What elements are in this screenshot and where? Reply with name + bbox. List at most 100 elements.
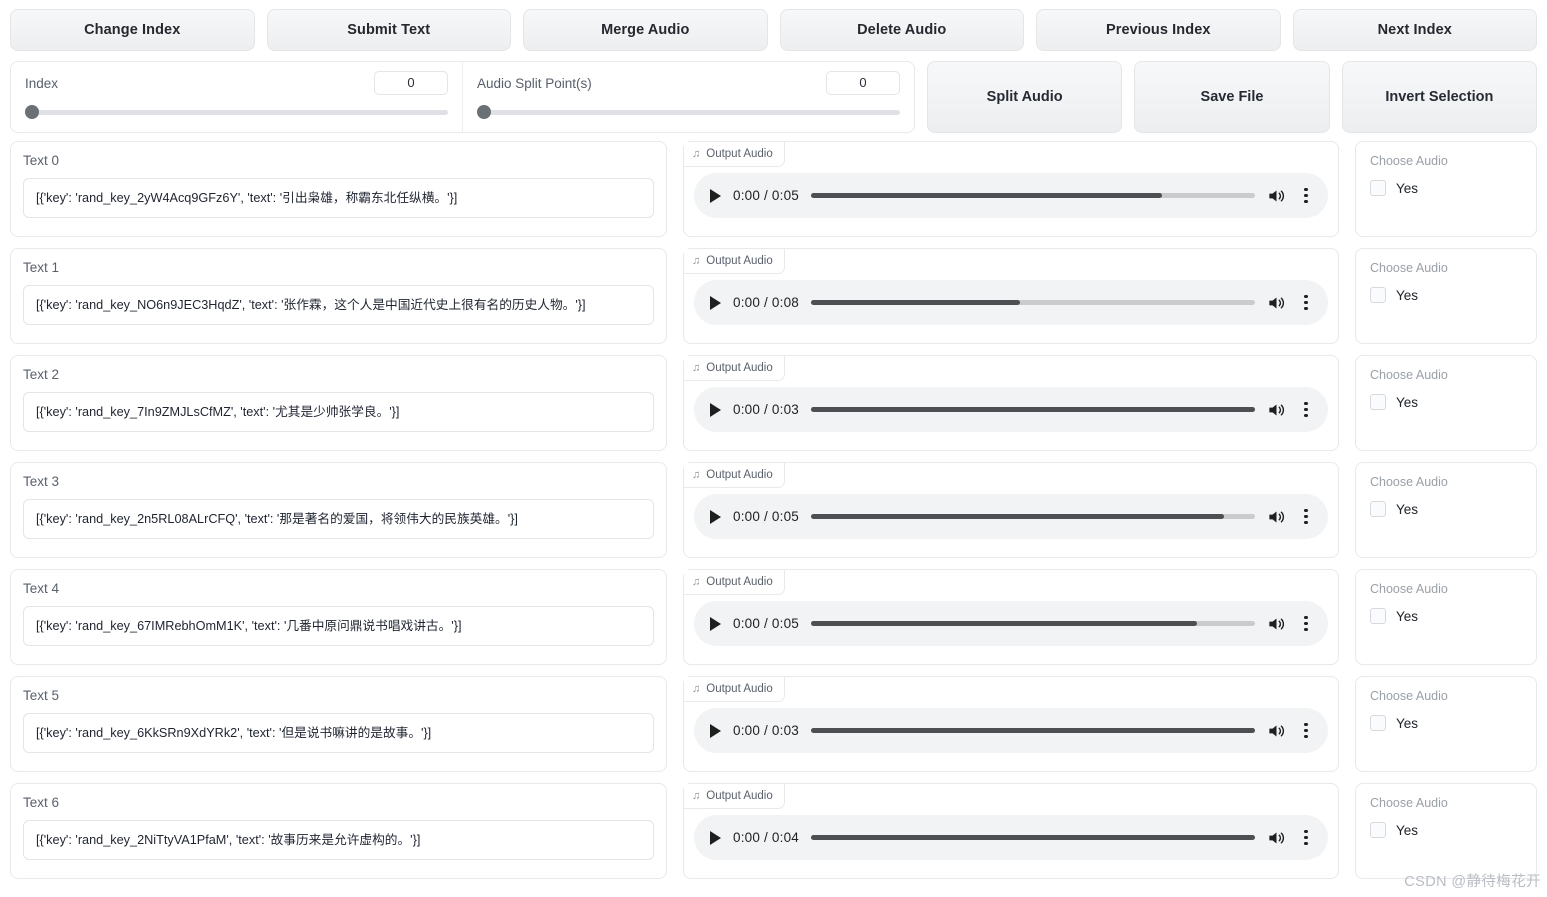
text-field-input[interactable]: [{'key': 'rand_key_2n5RL08ALrCFQ', 'text… [23,499,654,539]
choose-audio-label: Choose Audio [1370,154,1448,168]
audio-panel-2: ♫ Output Audio 0:00 / 0:03 [683,355,1339,451]
audio-progress-fill [811,407,1255,412]
audio-progress-bar[interactable] [811,621,1255,626]
more-options-icon[interactable] [1298,829,1314,846]
audio-time-display: 0:00 / 0:08 [733,295,800,310]
music-note-icon: ♫ [692,682,701,695]
play-icon[interactable] [710,188,721,203]
slider-value-input[interactable]: 0 [826,71,900,95]
choose-audio-panel-3: Choose Audio Yes [1355,462,1537,558]
text-field-input[interactable]: [{'key': 'rand_key_NO6n9JEC3HqdZ', 'text… [23,285,654,325]
text-field-input[interactable]: [{'key': 'rand_key_7In9ZMJLsCfMZ', 'text… [23,392,654,432]
invert-selection-button[interactable]: Invert Selection [1341,61,1537,133]
text-field-input[interactable]: [{'key': 'rand_key_2NiTtyVA1PfaM', 'text… [23,820,654,860]
volume-icon[interactable] [1267,723,1286,739]
music-note-icon: ♫ [692,575,701,588]
slider-track-area[interactable] [477,105,900,119]
more-options-icon[interactable] [1298,401,1314,418]
audio-progress-bar[interactable] [811,835,1255,840]
text-field-label: Text 6 [23,795,60,810]
delete-audio-button[interactable]: Delete Audio [779,9,1024,51]
checkbox-icon[interactable] [1370,180,1386,196]
previous-index-button[interactable]: Previous Index [1036,9,1281,51]
audio-progress-bar[interactable] [811,728,1255,733]
play-icon[interactable] [710,509,721,524]
choose-audio-checkbox-row[interactable]: Yes [1370,501,1522,517]
choose-audio-panel-1: Choose Audio Yes [1355,248,1537,344]
checkbox-icon[interactable] [1370,822,1386,838]
audio-player: 0:00 / 0:03 [694,708,1328,753]
choose-audio-checkbox-row[interactable]: Yes [1370,608,1522,624]
audio-progress-bar[interactable] [811,193,1255,198]
text-field-input[interactable]: [{'key': 'rand_key_67IMRebhOmM1K', 'text… [23,606,654,646]
more-options-icon[interactable] [1298,615,1314,632]
text-panel-2: Text 2 [{'key': 'rand_key_7In9ZMJLsCfMZ',… [10,355,667,451]
audio-panel-1: ♫ Output Audio 0:00 / 0:08 [683,248,1339,344]
checkbox-icon[interactable] [1370,608,1386,624]
slider-header: Audio Split Point(s) 0 [477,70,900,96]
submit-text-button[interactable]: Submit Text [266,9,511,51]
choose-audio-checkbox-row[interactable]: Yes [1370,822,1522,838]
merge-audio-button[interactable]: Merge Audio [523,9,768,51]
output-audio-label: Output Audio [706,148,773,160]
slider-knob[interactable] [25,105,39,119]
choose-audio-checkbox-row[interactable]: Yes [1370,287,1522,303]
play-icon[interactable] [710,830,721,845]
more-options-icon[interactable] [1298,294,1314,311]
volume-icon[interactable] [1267,295,1286,311]
volume-icon-svg [1269,510,1285,523]
volume-icon[interactable] [1267,188,1286,204]
checkbox-label: Yes [1396,394,1419,410]
slider-knob[interactable] [477,105,491,119]
checkbox-icon[interactable] [1370,287,1386,303]
more-options-icon[interactable] [1298,187,1314,204]
slider-track[interactable] [477,110,900,115]
play-icon[interactable] [710,616,721,631]
checkbox-icon[interactable] [1370,394,1386,410]
slider-track-area[interactable] [25,105,448,119]
audio-progress-bar[interactable] [811,407,1255,412]
choose-audio-checkbox-row[interactable]: Yes [1370,715,1522,731]
music-note-icon: ♫ [692,254,701,267]
split-audio-button[interactable]: Split Audio [927,61,1123,133]
music-note-icon: ♫ [692,147,701,160]
text-panel-1: Text 1 [{'key': 'rand_key_NO6n9JEC3HqdZ',… [10,248,667,344]
choose-audio-checkbox-row[interactable]: Yes [1370,394,1522,410]
audio-time-display: 0:00 / 0:05 [733,509,800,524]
change-index-button[interactable]: Change Index [10,9,255,51]
volume-icon-svg [1269,296,1285,309]
volume-icon-svg [1269,189,1285,202]
audio-time-display: 0:00 / 0:03 [733,402,800,417]
audio-player: 0:00 / 0:05 [694,601,1328,646]
audio-progress-fill [811,728,1255,733]
audio-progress-bar[interactable] [811,514,1255,519]
text-panel-4: Text 4 [{'key': 'rand_key_67IMRebhOmM1K',… [10,569,667,665]
volume-icon[interactable] [1267,509,1286,525]
slider-header: Index 0 [25,70,448,96]
text-panel-6: Text 6 [{'key': 'rand_key_2NiTtyVA1PfaM',… [10,783,667,879]
volume-icon[interactable] [1267,830,1286,846]
checkbox-icon[interactable] [1370,715,1386,731]
next-index-button[interactable]: Next Index [1292,9,1537,51]
slider-track[interactable] [25,110,448,115]
save-file-button[interactable]: Save File [1134,61,1330,133]
audio-panel-4: ♫ Output Audio 0:00 / 0:05 [683,569,1339,665]
play-icon[interactable] [710,402,721,417]
audio-progress-bar[interactable] [811,300,1255,305]
text-field-input[interactable]: [{'key': 'rand_key_2yW4Acq9GFz6Y', 'text… [23,178,654,218]
play-icon[interactable] [710,723,721,738]
audio-progress-fill [811,514,1224,519]
text-field-input[interactable]: [{'key': 'rand_key_6KkSRn9XdYRk2', 'text… [23,713,654,753]
volume-icon[interactable] [1267,402,1286,418]
more-options-icon[interactable] [1298,722,1314,739]
checkbox-icon[interactable] [1370,501,1386,517]
volume-icon[interactable] [1267,616,1286,632]
slider-value-input[interactable]: 0 [374,71,448,95]
checkbox-label: Yes [1396,287,1419,303]
more-options-icon[interactable] [1298,508,1314,525]
choose-audio-label: Choose Audio [1370,475,1448,489]
slider-label: Audio Split Point(s) [477,75,592,91]
play-icon[interactable] [710,295,721,310]
choose-audio-checkbox-row[interactable]: Yes [1370,180,1522,196]
output-audio-tag: ♫ Output Audio [684,249,785,274]
